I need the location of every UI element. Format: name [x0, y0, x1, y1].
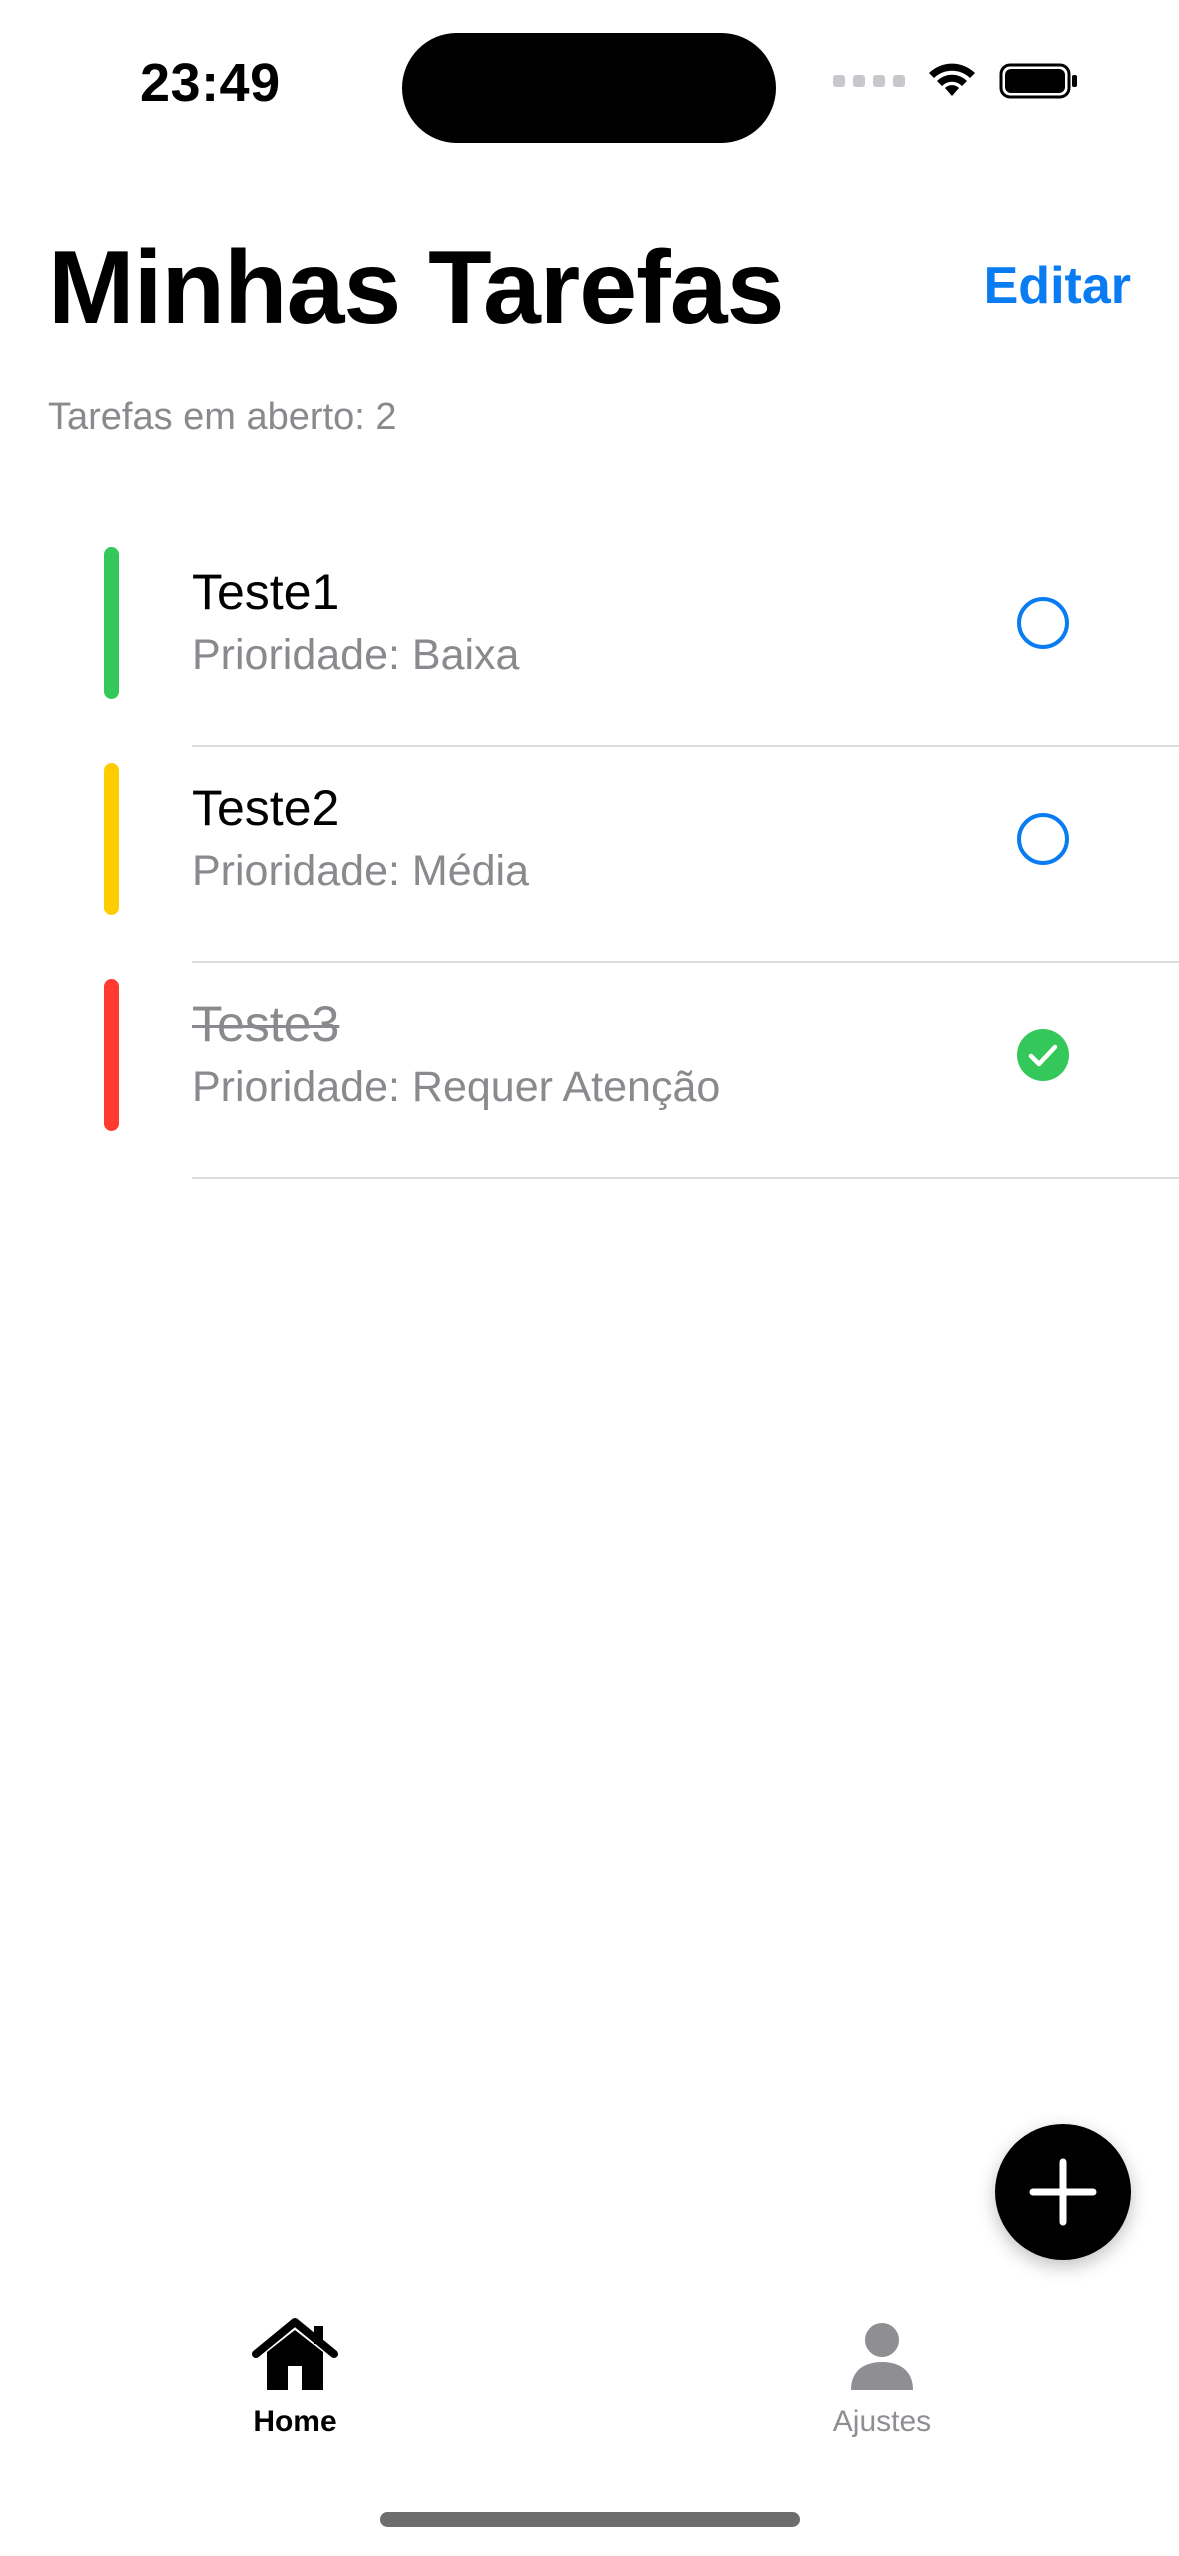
- cellular-signal-icon: [833, 75, 905, 87]
- task-priority: Prioridade: Baixa: [192, 631, 520, 679]
- add-task-button[interactable]: [995, 2124, 1131, 2260]
- divider: [192, 1177, 1179, 1179]
- task-list: Teste1 Prioridade: Baixa Teste2 Priorida…: [0, 531, 1179, 1179]
- battery-icon: [999, 63, 1077, 99]
- task-row[interactable]: Teste1 Prioridade: Baixa: [0, 531, 1179, 747]
- open-tasks-count: Tarefas em aberto: 2: [48, 396, 397, 438]
- task-row[interactable]: Teste3 Prioridade: Requer Atenção: [0, 963, 1179, 1179]
- tab-settings-label: Ajustes: [832, 2405, 932, 2438]
- person-icon: [851, 2323, 913, 2390]
- tab-home-label: Home: [253, 2405, 337, 2438]
- circle-unchecked-icon[interactable]: [1016, 596, 1070, 650]
- task-priority: Prioridade: Requer Atenção: [192, 1063, 721, 1111]
- page-title: Minhas Tarefas: [48, 230, 784, 346]
- checkmark-circle-icon[interactable]: [1016, 1028, 1070, 1082]
- task-title: Teste2: [192, 780, 340, 836]
- task-title: Teste1: [192, 564, 340, 620]
- house-icon: [252, 2318, 338, 2390]
- status-icons: [833, 62, 1079, 100]
- dynamic-island: [402, 33, 776, 143]
- circle-unchecked-icon[interactable]: [1016, 812, 1070, 866]
- priority-indicator: [104, 547, 119, 699]
- task-row[interactable]: Teste2 Prioridade: Média: [0, 747, 1179, 963]
- status-time: 23:49: [140, 53, 281, 113]
- priority-indicator: [104, 979, 119, 1131]
- priority-indicator: [104, 763, 119, 915]
- task-title: Teste3: [192, 996, 340, 1052]
- task-priority: Prioridade: Média: [192, 847, 530, 895]
- tab-settings[interactable]: Ajustes: [772, 2318, 992, 2458]
- home-indicator: [380, 2512, 800, 2527]
- plus-icon: [1029, 2158, 1097, 2226]
- tab-home[interactable]: Home: [185, 2318, 405, 2458]
- edit-button[interactable]: Editar: [984, 254, 1131, 318]
- wifi-icon: [929, 63, 975, 96]
